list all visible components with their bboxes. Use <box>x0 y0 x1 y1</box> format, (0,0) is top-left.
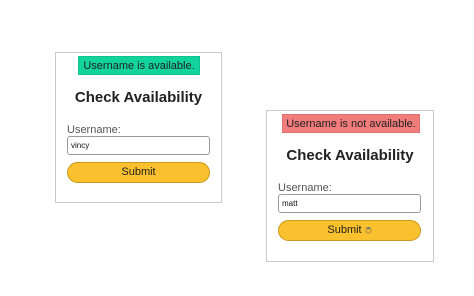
submit-button[interactable]: Submit <box>67 162 210 183</box>
submit-button-label: Submit <box>121 166 156 178</box>
not-available-message: Username is not available. <box>282 114 420 133</box>
spinner-icon <box>364 227 372 234</box>
username-label: Username: <box>67 124 121 136</box>
username-input[interactable]: vincy <box>67 136 210 155</box>
availability-form-card: Username is available. Check Availabilit… <box>55 52 222 203</box>
availability-form-card: Username is not available. Check Availab… <box>266 110 434 262</box>
stage: Username is available. Check Availabilit… <box>0 0 474 296</box>
form-title: Check Availability <box>74 89 203 106</box>
available-message: Username is available. <box>78 56 200 75</box>
submit-button[interactable]: Submit <box>278 220 421 241</box>
username-input[interactable]: matt <box>278 194 421 213</box>
submit-button-label: Submit <box>327 224 362 236</box>
username-label: Username: <box>278 182 332 194</box>
form-title: Check Availability <box>286 147 414 164</box>
